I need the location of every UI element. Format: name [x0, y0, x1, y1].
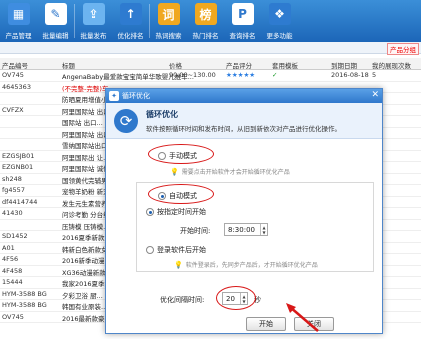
timed-start-label: 按指定时间开始 [157, 208, 206, 216]
cell-code: fg4557 [2, 186, 25, 194]
toolbar-item-label: 更多功能 [266, 32, 293, 40]
product-icon: ▦ [7, 3, 30, 25]
highlight-interval [216, 286, 256, 310]
annotation-arrow [286, 303, 319, 332]
cell-code: 4F458 [2, 266, 23, 275]
cell-code: 4645363 [2, 82, 31, 91]
cell-code: HYM-3588 BG [2, 301, 47, 309]
sub-bar: 产品分组 [0, 42, 421, 55]
toolbar-item-3[interactable]: ⇪ 批量发布 [75, 0, 112, 42]
toolbar-item-label: 热词搜索 [155, 32, 182, 40]
highlight-manual-mode [148, 144, 214, 164]
toolbar-item-6[interactable]: 榜热门排名 [187, 0, 224, 42]
header-score[interactable]: 产品评分 [226, 60, 252, 70]
query-icon: P [231, 3, 254, 25]
cell-date: 2016-08-18 [331, 71, 369, 79]
cell-title: 2016新季动漫... [62, 257, 111, 265]
cell-code: OV745 [2, 312, 24, 321]
lightbulb-icon: 💡 [170, 167, 179, 176]
app-icon: ✦ [109, 91, 119, 101]
login-hint: 💡 软件登录后，先同步产品后，才开始循环优化产品 [174, 260, 318, 270]
toolbar-item-2[interactable]: ✎ 批量编辑 [37, 0, 74, 42]
toolbar-item-7[interactable]: P 查询排名 [224, 0, 261, 42]
login-start-option[interactable]: 登录软件后开始 [146, 245, 206, 255]
hotrank-icon: 榜 [194, 3, 217, 25]
cell-code: EZGNB01 [2, 163, 34, 171]
cell-title: 国际站 出口... [62, 119, 103, 127]
start-time-value: 8:30:00 [228, 225, 255, 234]
toolbar-item-4[interactable]: ↑ 优化排名 [112, 0, 149, 42]
refresh-icon: ⟳ [114, 109, 138, 133]
header-template[interactable]: 套用模板 [272, 60, 298, 70]
close-icon[interactable]: ✕ [371, 90, 379, 100]
time-spinner[interactable]: ▲ ▼ [260, 224, 267, 235]
publish-icon: ⇪ [82, 3, 105, 25]
dialog-window-title: 循环优化 [122, 92, 150, 100]
login-start-radio[interactable] [146, 246, 154, 254]
cell-code: SD1452 [2, 232, 28, 240]
cell-check: ✓ [272, 71, 278, 79]
cell-title: 压铸模 压铸模... [62, 222, 110, 231]
table-header: 产品编号 标题 价格 产品评分 套用模板 到期日期 我的展现次数 [0, 58, 421, 70]
toolbar-item-label: 查询排名 [229, 32, 256, 40]
toolbar-item-5[interactable]: 词热词搜索 [150, 0, 187, 42]
header-code[interactable]: 产品编号 [2, 60, 28, 70]
hotword-icon: 词 [157, 3, 180, 25]
dialog-description: 软件按照循环时间和发布时间，从旧到新依次对产品进行优化操作。 [146, 125, 341, 133]
cell-code: 15444 [2, 278, 23, 286]
lightbulb-icon: 💡 [174, 260, 183, 269]
dialog-heading: 循环优化 [146, 110, 178, 119]
cell-code: HYM-3588 BG [2, 289, 47, 298]
more-icon: ❖ [268, 3, 291, 25]
cell-title: 夕彩卫浴 厨... [62, 291, 103, 300]
cell-code: EZGSJB01 [2, 151, 35, 160]
timed-start-option[interactable]: 按指定时间开始 [146, 207, 206, 217]
login-hint-text: 软件登录后，先同步产品后，才开始循环优化产品 [185, 262, 318, 269]
dialog-header: ⟳ 循环优化 软件按照循环时间和发布时间，从旧到新依次对产品进行优化操作。 [106, 103, 382, 139]
cell-code: 4F56 [2, 255, 19, 263]
toolbar-item-1[interactable]: ▦ 产品管理 [0, 0, 37, 42]
cell-code: A01 [2, 243, 15, 252]
cell-code: OV745 [2, 71, 24, 79]
toolbar-item-label: 优化排名 [117, 32, 144, 40]
header-price[interactable]: 价格 [169, 60, 182, 70]
login-start-label: 登录软件后开始 [157, 246, 206, 254]
rank-icon: ↑ [119, 3, 142, 25]
toolbar-item-label: 批量编辑 [42, 32, 69, 40]
cell-code: df4414744 [2, 197, 38, 206]
header-date[interactable]: 到期日期 [331, 60, 357, 70]
timed-start-radio[interactable] [146, 208, 154, 216]
highlight-auto-mode [148, 184, 214, 204]
toolbar-item-label: 热门排名 [192, 32, 219, 40]
toolbar-item-label: 产品管理 [5, 32, 32, 40]
cell-stars: ★★★★★ [226, 71, 256, 79]
cell-n: 5 [372, 71, 377, 79]
start-time-input[interactable]: 8:30:00 ▲ ▼ [224, 223, 268, 236]
cell-title: 阿里国际出 让... [62, 153, 110, 162]
manual-hint-text: 需要点击开始软件才会开始循环优化产品 [181, 169, 290, 176]
header-count[interactable]: 我的展现次数 [372, 60, 411, 70]
edit-icon: ✎ [44, 3, 67, 25]
interval-label: 优化间隔时间: [160, 296, 205, 304]
cell-code: CVFZX [2, 105, 24, 114]
cell-code: 41430 [2, 209, 23, 217]
manual-hint: 💡 需要点击开始软件才会开始循环优化产品 [170, 167, 290, 177]
cell-price: 90.00~130.00 [169, 71, 216, 79]
dialog-titlebar: ✦ 循环优化 ✕ [106, 89, 382, 103]
table-row[interactable]: OV745 AngenaBaby最爱款宝宝简单华歌婴儿推车... 90.00~130… [0, 70, 421, 82]
cell-code: sh248 [2, 174, 22, 183]
loop-optimize-dialog: ✦ 循环优化 ✕ ⟳ 循环优化 软件按照循环时间和发布时间，从旧到新依次对产品进… [105, 88, 383, 334]
start-button[interactable]: 开始 [246, 317, 286, 331]
main-toolbar: ▦ 产品管理 ✎ 批量编辑 ⇪ 批量发布 ↑ 优化排名词热词搜索榜热门排名 P 查询排名 ❖ 更多功能 [0, 0, 421, 42]
start-time-label: 开始时间: [180, 227, 211, 235]
toolbar-item-8[interactable]: ❖ 更多功能 [261, 0, 298, 42]
header-title[interactable]: 标题 [62, 60, 75, 70]
cell-title: 韩国有业原装... [62, 303, 108, 311]
toolbar-item-label: 批量发布 [80, 32, 107, 40]
group-warning[interactable]: 产品分组 [387, 43, 419, 55]
